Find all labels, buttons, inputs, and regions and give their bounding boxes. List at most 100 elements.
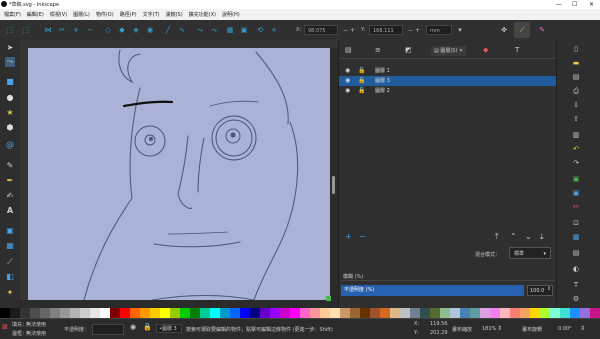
palette-swatch[interactable] [570, 308, 580, 318]
ungroup-icon[interactable]: ▤ [571, 248, 581, 258]
new-document-icon[interactable]: ▯ [571, 44, 581, 54]
palette-swatch[interactable] [450, 308, 460, 318]
opacity-stepper-icon[interactable]: ⇕ [547, 286, 551, 292]
palette-swatch[interactable] [520, 308, 530, 318]
eye-icon[interactable]: ◉ [345, 86, 350, 96]
layer-visibility-icon[interactable]: ◉ [130, 323, 136, 331]
zoom-value[interactable]: 181% [482, 326, 496, 332]
dropper-tool-icon[interactable]: ⟋ [5, 257, 15, 267]
menu-filters[interactable]: 濾鏡(S) [166, 11, 183, 18]
palette-swatch[interactable] [350, 308, 360, 318]
palette-swatch[interactable] [10, 308, 20, 318]
group-icon[interactable]: ▦ [571, 232, 581, 242]
palette-swatch[interactable] [0, 308, 10, 318]
zoom-fit-icon[interactable]: ⊡ [571, 218, 581, 228]
text-font-icon[interactable]: T [571, 280, 581, 290]
zoom-stepper-icon[interactable]: ⇕ [497, 325, 502, 332]
menu-layer[interactable]: 圖層(L) [73, 11, 90, 18]
palette-swatch[interactable] [330, 308, 340, 318]
y-coordinate-input[interactable]: 168.111 [369, 25, 403, 35]
show-handles-icon[interactable]: ⟡ [270, 26, 278, 34]
canvas[interactable] [28, 48, 330, 300]
palette-swatch[interactable] [440, 308, 450, 318]
print-icon[interactable]: ⎙ [571, 86, 581, 96]
palette-swatch[interactable] [480, 308, 490, 318]
palette-swatch[interactable] [160, 308, 170, 318]
palette-swatch[interactable] [120, 308, 130, 318]
palette-swatch[interactable] [400, 308, 410, 318]
palette-swatch[interactable] [500, 308, 510, 318]
layer-lower-icon[interactable]: ⌄ [525, 232, 532, 241]
layer-to-bottom-icon[interactable]: ⤓ [540, 232, 544, 242]
palette-swatch[interactable] [250, 308, 260, 318]
palette-swatch[interactable] [20, 308, 30, 318]
node-tool-icon[interactable]: ⤳ [5, 57, 15, 67]
open-file-icon[interactable]: ▬ [571, 58, 581, 68]
path-effect-icon[interactable]: ⟲ [256, 26, 264, 34]
layer-to-top-icon[interactable]: ⤒ [495, 232, 499, 242]
delete-node-icon[interactable]: − [86, 26, 94, 34]
palette-swatch[interactable] [460, 308, 470, 318]
fill-stroke-icon[interactable]: ◐ [571, 264, 581, 274]
palette-swatch[interactable] [50, 308, 60, 318]
palette-swatch[interactable] [490, 308, 500, 318]
palette-swatch[interactable] [150, 308, 160, 318]
text-tool-icon[interactable]: A [5, 206, 15, 216]
palette-swatch[interactable] [170, 308, 180, 318]
stroke-value[interactable]: 無法使用 [26, 330, 46, 337]
x-coordinate-input[interactable]: 98.075 [304, 25, 338, 35]
rectangle-tool-icon[interactable]: ■ [5, 77, 15, 87]
palette-swatch[interactable] [260, 308, 270, 318]
transform-handles-icon[interactable]: ✜ [500, 26, 508, 34]
palette-swatch[interactable] [540, 308, 550, 318]
node-auto-icon[interactable]: ◉ [146, 26, 154, 34]
palette-swatch[interactable] [590, 308, 600, 318]
remove-layer-button[interactable]: − [359, 232, 366, 241]
tab-xml-editor[interactable]: ◩ [405, 46, 412, 54]
node-smooth-icon[interactable]: ◆ [118, 26, 126, 34]
menu-path[interactable]: 路徑(P) [120, 11, 137, 18]
add-node-icon[interactable]: + [72, 26, 80, 34]
tab-transform[interactable]: ◆ [483, 46, 488, 54]
palette-swatch[interactable] [530, 308, 540, 318]
join-nodes-icon[interactable]: ⋈ [44, 26, 52, 34]
close-tab-icon[interactable]: ✕ [457, 48, 463, 54]
palette-swatch[interactable] [180, 308, 190, 318]
palette-swatch[interactable] [200, 308, 210, 318]
blend-mode-select[interactable]: 標準 ▾ [509, 247, 551, 259]
copy-icon[interactable]: ▣ [571, 174, 581, 184]
menu-extensions[interactable]: 擴充功能(X) [189, 11, 216, 18]
circle-tool-icon[interactable]: ● [5, 93, 15, 103]
object-to-path-icon[interactable]: ⤳ [196, 26, 204, 34]
opacity-slider[interactable]: 不透明度 (%) [341, 285, 524, 296]
x-increment[interactable]: + [350, 27, 355, 34]
tab-text-font[interactable]: T [515, 46, 519, 54]
palette-swatch[interactable] [140, 308, 150, 318]
palette-swatch[interactable] [550, 308, 560, 318]
menu-view[interactable]: 檢視(V) [50, 11, 67, 18]
palette-swatch[interactable] [420, 308, 430, 318]
menu-file[interactable]: 檔案(F) [4, 11, 21, 18]
pen-tool-icon[interactable]: ✒ [5, 176, 15, 186]
rotate-value[interactable]: 0.00° [558, 326, 572, 332]
palette-swatch[interactable] [470, 308, 480, 318]
maximize-button[interactable]: ☐ [572, 1, 577, 8]
vertical-scrollbar[interactable] [330, 48, 338, 300]
palette-swatch[interactable] [40, 308, 50, 318]
y-increment[interactable]: + [415, 27, 420, 34]
rotate-stepper-icon[interactable]: ⇕ [580, 325, 585, 332]
palette-swatch[interactable] [390, 308, 400, 318]
node-symmetric-icon[interactable]: ◈ [132, 26, 140, 34]
palette-swatch[interactable] [230, 308, 240, 318]
menu-object[interactable]: 物件(O) [96, 11, 114, 18]
spiral-tool-icon[interactable]: @ [5, 140, 15, 150]
palette-swatch[interactable] [280, 308, 290, 318]
redo-icon[interactable]: ↷ [571, 158, 581, 168]
export-icon[interactable]: ⇧ [571, 114, 581, 124]
layer-row-selected[interactable]: ◉ 🔓 圖層 3 [339, 76, 557, 86]
save-icon[interactable]: ▤ [571, 72, 581, 82]
clip-path-icon[interactable]: ▦ [226, 26, 234, 34]
palette-swatch[interactable] [290, 308, 300, 318]
unlock-icon[interactable]: 🔓 [358, 86, 365, 96]
preferences-icon[interactable]: ⚙ [571, 294, 581, 304]
